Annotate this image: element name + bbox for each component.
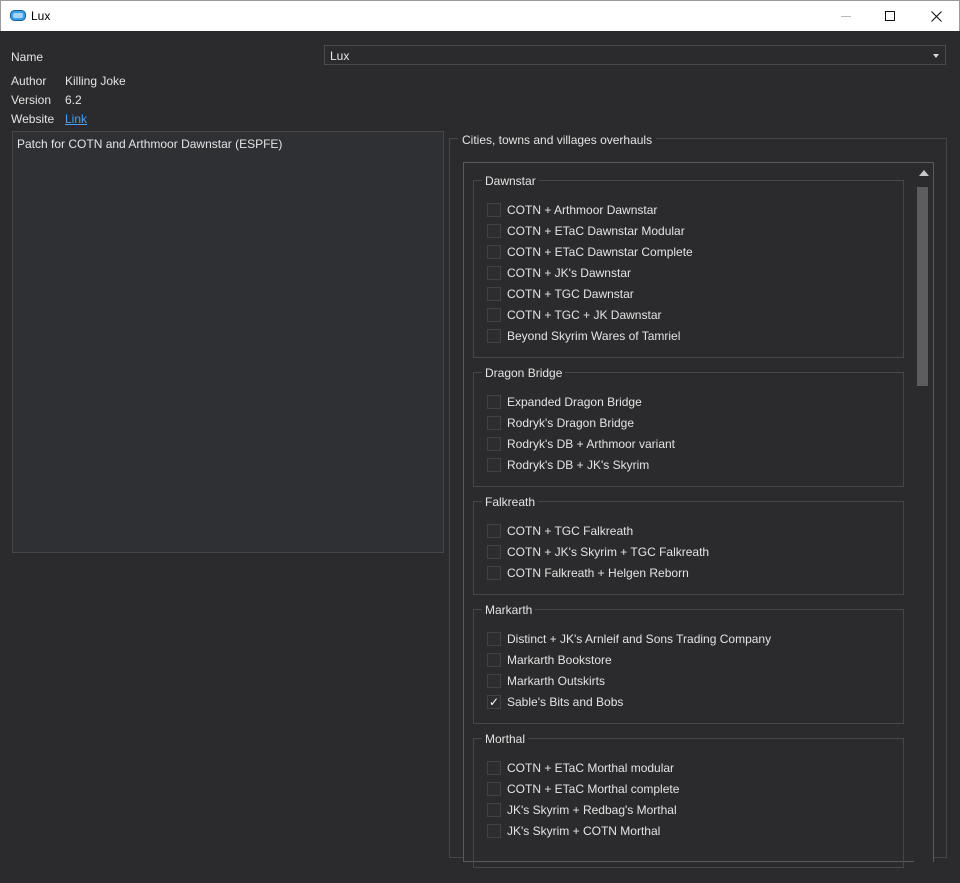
checkbox[interactable]: [487, 782, 501, 796]
option-label: COTN + ETaC Dawnstar Complete: [507, 245, 693, 259]
maximize-button[interactable]: [867, 1, 913, 31]
section-title-falkreath: Falkreath: [482, 495, 539, 509]
title-bar[interactable]: Lux: [0, 0, 960, 31]
option-label: Markarth Outskirts: [507, 674, 606, 688]
checkbox[interactable]: [487, 524, 501, 538]
checkbox[interactable]: [487, 266, 501, 280]
app-icon: [10, 10, 26, 21]
website-link[interactable]: Link: [65, 112, 87, 126]
close-button[interactable]: [913, 1, 959, 31]
scroll-up-arrow-icon[interactable]: [919, 170, 929, 176]
option-label: Markarth Bookstore: [507, 653, 612, 667]
name-combobox[interactable]: Lux: [324, 45, 946, 65]
option-label: Sable's Bits and Bobs: [507, 695, 624, 709]
maximize-icon: [885, 11, 895, 21]
checkmark-icon: ✓: [488, 695, 500, 709]
checkbox[interactable]: [487, 329, 501, 343]
option-cotn-tgc-dawnstar[interactable]: COTN + TGC Dawnstar: [487, 286, 887, 302]
checkbox[interactable]: [487, 803, 501, 817]
option-jks-cotn-morthal[interactable]: JK's Skyrim + COTN Morthal: [487, 823, 887, 839]
name-label: Name: [11, 50, 44, 64]
option-rodryks-db-jks-skyrim[interactable]: Rodryk's DB + JK's Skyrim: [487, 457, 887, 473]
option-label: Distinct + JK's Arnleif and Sons Trading…: [507, 632, 772, 646]
checkbox[interactable]: [487, 224, 501, 238]
option-label: Expanded Dragon Bridge: [507, 395, 642, 409]
option-cotn-falkreath-helgen[interactable]: COTN Falkreath + Helgen Reborn: [487, 565, 887, 581]
checkbox[interactable]: [487, 395, 501, 409]
option-label: JK's Skyrim + Redbag's Morthal: [507, 803, 677, 817]
description-box[interactable]: Patch for COTN and Arthmoor Dawnstar (ES…: [12, 131, 444, 553]
author-label: Author: [11, 74, 47, 88]
minimize-button[interactable]: [823, 1, 869, 31]
chevron-down-icon: [933, 54, 939, 58]
minimize-icon: [841, 16, 851, 17]
option-cotn-etac-dawnstar-modular[interactable]: COTN + ETaC Dawnstar Modular: [487, 223, 887, 239]
section-title-dawnstar: Dawnstar: [482, 174, 539, 188]
option-label: COTN + TGC Dawnstar: [507, 287, 634, 301]
checkbox[interactable]: [487, 761, 501, 775]
option-label: COTN + ETaC Morthal complete: [507, 782, 680, 796]
checkbox[interactable]: [487, 674, 501, 688]
checkbox[interactable]: [487, 824, 501, 838]
option-label: COTN Falkreath + Helgen Reborn: [507, 566, 689, 580]
option-markarth-bookstore[interactable]: Markarth Bookstore: [487, 652, 887, 668]
option-label: COTN + ETaC Morthal modular: [507, 761, 675, 775]
description-text: Patch for COTN and Arthmoor Dawnstar (ES…: [17, 137, 283, 151]
section-title-morthal: Morthal: [482, 732, 529, 746]
section-title-dragon-bridge: Dragon Bridge: [482, 366, 566, 380]
option-label: JK's Skyrim + COTN Morthal: [507, 824, 661, 838]
option-distinct-jks-arnleif[interactable]: Distinct + JK's Arnleif and Sons Trading…: [487, 631, 887, 647]
option-rodryks-dragon-bridge[interactable]: Rodryk's Dragon Bridge: [487, 415, 887, 431]
checkbox[interactable]: [487, 287, 501, 301]
vertical-scrollbar[interactable]: [914, 163, 933, 883]
checkbox[interactable]: [487, 203, 501, 217]
option-cotn-tgc-falkreath[interactable]: COTN + TGC Falkreath: [487, 523, 887, 539]
checkbox[interactable]: [487, 437, 501, 451]
option-sables-bits-and-bobs[interactable]: ✓ Sable's Bits and Bobs: [487, 694, 887, 710]
website-label: Website: [11, 112, 55, 126]
option-jks-redbags-morthal[interactable]: JK's Skyrim + Redbag's Morthal: [487, 802, 887, 818]
checkbox[interactable]: [487, 545, 501, 559]
name-combobox-value: Lux: [330, 49, 350, 63]
checkbox[interactable]: ✓: [487, 695, 501, 709]
checkbox[interactable]: [487, 632, 501, 646]
option-label: COTN + JK's Dawnstar: [507, 266, 631, 280]
section-title-markarth: Markarth: [482, 603, 536, 617]
option-cotn-tgc-jk-dawnstar[interactable]: COTN + TGC + JK Dawnstar: [487, 307, 887, 323]
option-markarth-outskirts[interactable]: Markarth Outskirts: [487, 673, 887, 689]
client-area: Name Lux Author Killing Joke Version 6.2…: [0, 31, 960, 883]
option-label: COTN + TGC + JK Dawnstar: [507, 308, 662, 322]
checkbox[interactable]: [487, 245, 501, 259]
checkbox[interactable]: [487, 416, 501, 430]
window-title: Lux: [31, 9, 51, 23]
checkbox[interactable]: [487, 458, 501, 472]
checkbox[interactable]: [487, 308, 501, 322]
close-icon: [930, 10, 942, 22]
option-cotn-jks-dawnstar[interactable]: COTN + JK's Dawnstar: [487, 265, 887, 281]
option-cotn-etac-morthal-complete[interactable]: COTN + ETaC Morthal complete: [487, 781, 887, 797]
version-value: 6.2: [65, 93, 82, 107]
option-cotn-jks-tgc-falkreath[interactable]: COTN + JK's Skyrim + TGC Falkreath: [487, 544, 887, 560]
checkbox[interactable]: [487, 566, 501, 580]
option-label: Rodryk's DB + Arthmoor variant: [507, 437, 676, 451]
option-cotn-etac-dawnstar-complete[interactable]: COTN + ETaC Dawnstar Complete: [487, 244, 887, 260]
scrollbar-thumb[interactable]: [917, 187, 928, 386]
author-value: Killing Joke: [65, 74, 126, 88]
option-label: Rodryk's DB + JK's Skyrim: [507, 458, 650, 472]
option-cotn-arthmoor-dawnstar[interactable]: COTN + Arthmoor Dawnstar: [487, 202, 887, 218]
checkbox[interactable]: [487, 653, 501, 667]
version-label: Version: [11, 93, 52, 107]
option-label: Rodryk's Dragon Bridge: [507, 416, 635, 430]
option-expanded-dragon-bridge[interactable]: Expanded Dragon Bridge: [487, 394, 887, 410]
option-label: COTN + ETaC Dawnstar Modular: [507, 224, 685, 238]
option-cotn-etac-morthal-modular[interactable]: COTN + ETaC Morthal modular: [487, 760, 887, 776]
options-group-title: Cities, towns and villages overhauls: [458, 133, 657, 147]
option-label: COTN + JK's Skyrim + TGC Falkreath: [507, 545, 710, 559]
option-rodryks-db-arthmoor[interactable]: Rodryk's DB + Arthmoor variant: [487, 436, 887, 452]
option-label: COTN + Arthmoor Dawnstar: [507, 203, 658, 217]
option-label: COTN + TGC Falkreath: [507, 524, 634, 538]
option-beyond-skyrim-wares[interactable]: Beyond Skyrim Wares of Tamriel: [487, 328, 887, 344]
option-label: Beyond Skyrim Wares of Tamriel: [507, 329, 681, 343]
